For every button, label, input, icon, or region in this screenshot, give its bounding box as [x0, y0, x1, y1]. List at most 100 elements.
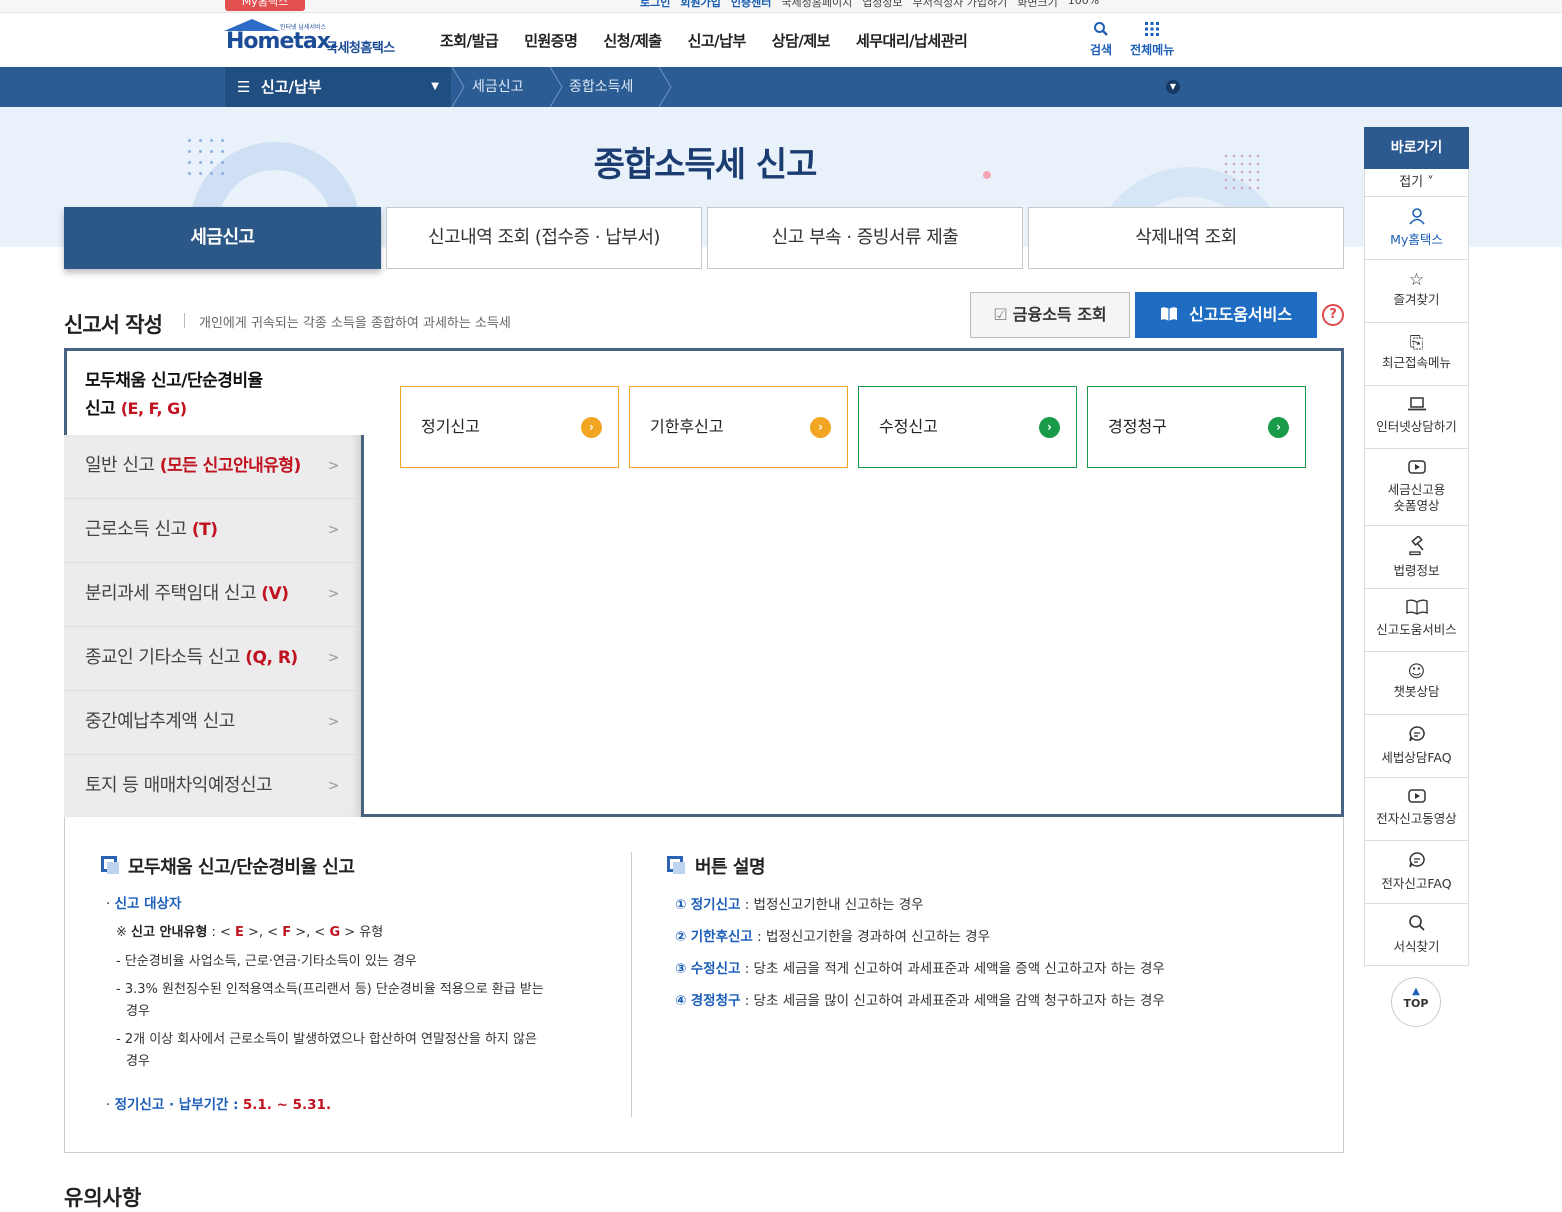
header: 인터넷 납세서비스 Hometax. 국세청홈택스 조회/발급 민원증명 신청/… — [0, 13, 1562, 67]
chevron-down-icon[interactable]: ▼ — [1166, 80, 1180, 94]
breadcrumb-item-tax-filing[interactable]: 세금신고 — [472, 67, 524, 107]
filing-type-general[interactable]: 일반 신고 (모든 신고안내유형) > — [64, 435, 361, 499]
correction-claim-button[interactable]: 경정청구 › — [1087, 386, 1306, 468]
quick-label: 전자신고FAQ — [1381, 876, 1452, 891]
quick-label: 챗봇상담 — [1393, 684, 1440, 699]
gnb-certificate[interactable]: 민원증명 — [524, 30, 578, 51]
quick-label: 인터넷상담하기 — [1376, 419, 1457, 434]
divider — [631, 852, 632, 1117]
chat-icon — [1365, 851, 1468, 874]
section-title: 신고서 작성 — [64, 313, 163, 337]
amended-filing-button[interactable]: 수정신고 › — [858, 386, 1077, 468]
quick-recent-menu[interactable]: ⎘ 최근접속메뉴 — [1364, 323, 1469, 386]
filing-type-earned-income[interactable]: 근로소득 신고 (T) > — [64, 499, 361, 563]
code-e: E — [235, 925, 244, 940]
filing-type-religious[interactable]: 종교인 기타소득 신고 (Q, R) > — [64, 627, 361, 691]
section-description: 개인에게 귀속되는 각종 소득을 종합하여 과세하는 소득세 — [199, 316, 511, 331]
global-nav: 조회/발급 민원증명 신청/제출 신고/납부 상담/제보 세무대리/납세관리 — [440, 30, 968, 51]
side-item-code: (Q, R) — [245, 648, 298, 668]
side-item-label: 종교인 기타소득 신고 — [85, 647, 240, 668]
filing-type-rental[interactable]: 분리과세 주택임대 신고 (V) > — [64, 563, 361, 627]
active-code: (E, F, G) — [120, 399, 187, 418]
explain-name: 정기신고 — [690, 897, 741, 913]
zoom-value[interactable]: 100% — [1068, 0, 1099, 10]
tab-deleted-history[interactable]: 삭제내역 조회 — [1028, 207, 1344, 269]
bullet-item: - 2개 이상 회사에서 근로소득이 발생하였으나 합산하여 연말정산을 하지 … — [116, 1032, 537, 1047]
tab-tax-filing[interactable]: 세금신고 — [64, 207, 381, 269]
gavel-icon — [1365, 534, 1468, 561]
financial-income-label: 금융소득 조회 — [1012, 305, 1107, 324]
quick-my-hometax[interactable]: My홈택스 — [1364, 197, 1469, 260]
quick-efiling-faq[interactable]: 전자신고FAQ — [1364, 841, 1469, 904]
filing-help-button[interactable]: 신고도움서비스 — [1135, 292, 1317, 338]
quick-form-search[interactable]: 서식찾기 — [1364, 904, 1469, 966]
bullet-item: - 단순경비율 사업소득, 근로·연금·기타소득이 있는 경우 — [116, 954, 417, 969]
breadcrumb-item-income-tax[interactable]: 종합소득세 — [569, 67, 633, 107]
quick-label: 전자신고동영상 — [1376, 811, 1457, 826]
hometax-logo[interactable]: 인터넷 납세서비스 Hometax. 국세청홈택스 — [222, 19, 412, 61]
video-icon — [1365, 788, 1468, 809]
quick-label: 세법상담FAQ — [1381, 750, 1452, 765]
nts-link[interactable]: 국세청홈페이지 — [781, 0, 852, 10]
explain-text: : 법정신고기한내 신고하는 경우 — [744, 897, 924, 913]
filing-type-land[interactable]: 토지 등 매매차익예정신고 > — [64, 755, 361, 819]
period-label: 정기신고 · 납부기간 : — [114, 1097, 239, 1113]
gnb-inquiry[interactable]: 조회/발급 — [440, 30, 499, 51]
arrow-right-circle-icon: › — [1039, 417, 1060, 438]
quick-filing-help[interactable]: 신고도움서비스 — [1364, 589, 1469, 652]
gnb-consult[interactable]: 상담/제보 — [772, 30, 831, 51]
gnb-apply[interactable]: 신청/제출 — [603, 30, 662, 51]
active-line2: 신고 — [85, 399, 116, 419]
book-icon — [1160, 305, 1184, 324]
quick-chatbot[interactable]: ☺ 챗봇상담 — [1364, 652, 1469, 715]
quick-label: 숏폼영상 — [1393, 498, 1440, 513]
chat-icon — [1365, 725, 1468, 748]
active-line1: 모두채움 신고/단순경비율 — [85, 371, 263, 391]
signup-link[interactable]: 회원가입 — [680, 0, 720, 10]
filing-type-active-label: 모두채움 신고/단순경비율 신고 (E, F, G) — [85, 368, 263, 423]
info-link[interactable]: 엽청정보 — [862, 0, 902, 10]
quick-menu-fold-button[interactable]: 접기 ˅ — [1364, 169, 1469, 197]
all-menu-button[interactable]: 전체메뉴 — [1130, 21, 1174, 58]
login-link[interactable]: 로그인 — [640, 0, 670, 10]
help-question-icon[interactable]: ? — [1322, 304, 1344, 326]
quick-online-consult[interactable]: 인터넷상담하기 — [1364, 386, 1469, 449]
regular-filing-button[interactable]: 정기신고 › — [400, 386, 619, 468]
filing-type-interim[interactable]: 중간예납추계액 신고 > — [64, 691, 361, 755]
scroll-top-button[interactable]: ▲ TOP — [1391, 977, 1441, 1027]
bullet-text: 3.3% 원천징수된 인적용역소득(프리랜서 등) 단순경비율 적용으로 환급 … — [124, 982, 544, 997]
financial-income-button[interactable]: ☑ 금융소득 조회 — [970, 292, 1130, 338]
late-filing-button[interactable]: 기한후신고 › — [629, 386, 848, 468]
page-title: 종합소득세 신고 — [593, 145, 818, 185]
side-item-code: (모든 신고안내유형) — [159, 456, 302, 476]
target-heading: · 신고 대상자 — [106, 896, 182, 912]
explain-row: ① 정기신고 : 법정신고기한내 신고하는 경우 — [675, 894, 924, 916]
option-label: 정기신고 — [421, 417, 480, 436]
cert-link[interactable]: 인증센터 — [731, 0, 771, 10]
period-line: · 정기신고 · 납부기간 : 5.1. ~ 5.31. — [106, 1097, 332, 1113]
quick-shortform-video[interactable]: 세금신고용 숏폼영상 — [1364, 449, 1469, 526]
explain-text: : 당초 세금을 적게 신고하여 과세표준과 세액을 증액 신고하고자 하는 경… — [744, 961, 1165, 977]
fold-label: 접기 — [1399, 175, 1424, 190]
my-hometax-tab[interactable]: My홈택스 — [225, 0, 305, 11]
quick-label: 법령정보 — [1393, 563, 1440, 578]
explain-num: ③ — [675, 961, 687, 977]
join-link[interactable]: 부서직정자 가입하기 — [913, 0, 1008, 10]
gnb-filing[interactable]: 신고/납부 — [688, 30, 747, 51]
screen-size-label: 화면크기 — [1017, 0, 1058, 9]
tab-attach-documents[interactable]: 신고 부속 · 증빙서류 제출 — [707, 207, 1023, 269]
period-value: 5.1. ~ 5.31. — [242, 1097, 332, 1113]
note-mid: : < — [211, 925, 231, 940]
quick-favorites[interactable]: ☆ 즐겨찾기 — [1364, 260, 1469, 323]
search-button[interactable]: 검색 — [1090, 21, 1112, 58]
quick-efiling-video[interactable]: 전자신고동영상 — [1364, 778, 1469, 841]
filing-type-active[interactable]: 모두채움 신고/단순경비율 신고 (E, F, G) — [67, 351, 364, 435]
tab-filing-history[interactable]: 신고내역 조회 (접수증 · 납부서) — [386, 207, 702, 269]
side-item-label: 근로소득 신고 — [85, 519, 187, 540]
quick-law-info[interactable]: 법령정보 — [1364, 526, 1469, 589]
quick-tax-faq[interactable]: 세법상담FAQ — [1364, 715, 1469, 778]
gnb-agent[interactable]: 세무대리/납세관리 — [856, 30, 968, 51]
breadcrumb-chevron-icon — [549, 67, 563, 107]
arrow-right-circle-icon: › — [810, 417, 831, 438]
breadcrumb-main-menu[interactable]: ☰ 신고/납부 ▼ — [225, 67, 451, 107]
